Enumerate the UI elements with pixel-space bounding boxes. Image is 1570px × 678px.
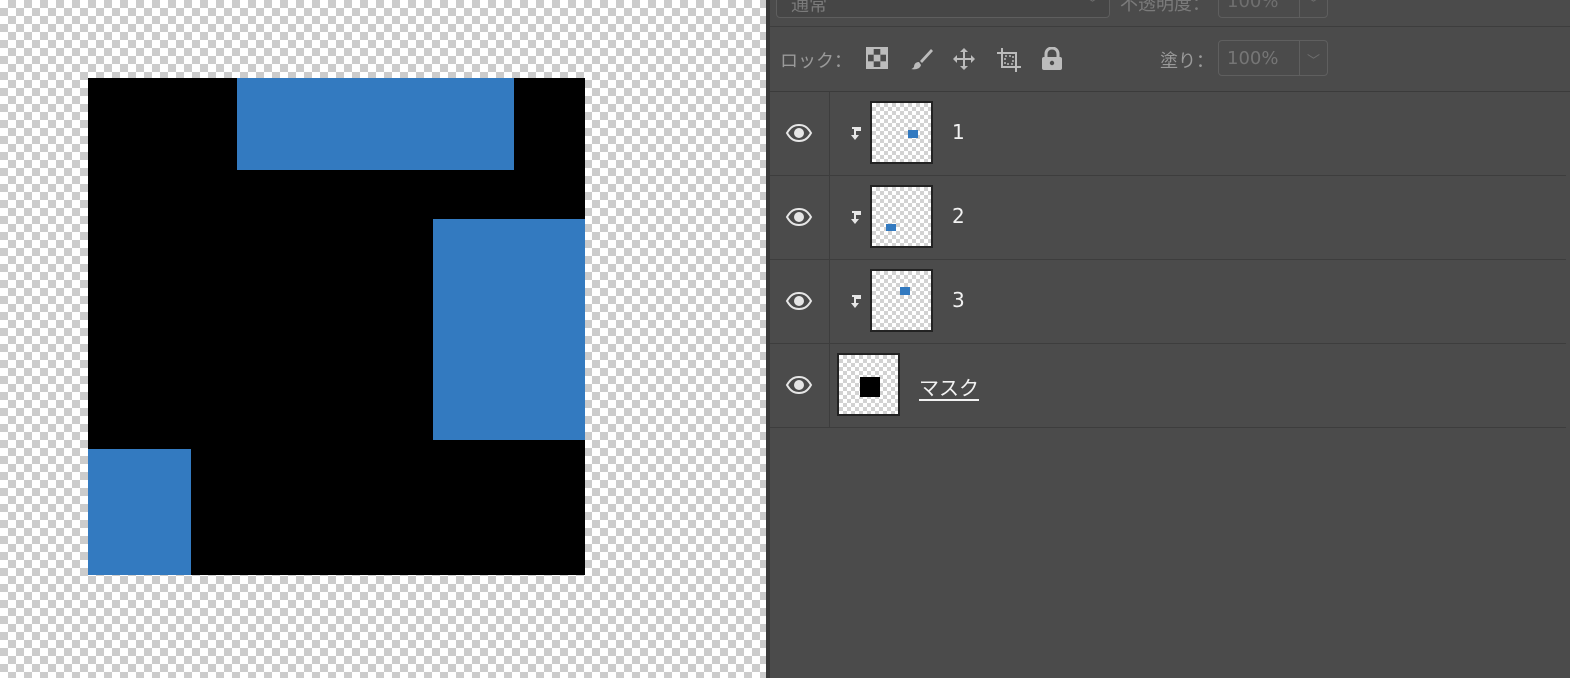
visibility-toggle[interactable] [770,92,830,175]
fill-separator [1299,41,1300,75]
layer-thumbnail [870,269,933,332]
lock-artboard-icon[interactable] [996,47,1021,72]
opacity-separator [1299,0,1300,17]
chevron-down-icon: ﹀ [1085,0,1099,12]
blue-rectangle-layer-3 [88,449,191,575]
fill-value: 100% [1227,48,1279,69]
layer-row-2[interactable]: 2 [770,176,1566,260]
lock-position-icon[interactable] [952,47,976,71]
thumbnail-blue-shape [908,130,918,138]
thumbnail-black-shape [860,377,880,397]
blend-mode-select[interactable]: 通常 ﹀ [776,0,1110,18]
clipping-mask-icon [851,295,861,308]
eye-icon[interactable] [785,291,813,311]
layer-thumbnail [870,185,933,248]
opacity-value: 100% [1227,0,1279,12]
eye-icon[interactable] [785,207,813,227]
lock-all-icon[interactable] [1041,46,1065,71]
layer-row-1[interactable]: 1 [770,92,1566,176]
lock-image-pixels-icon[interactable] [910,47,934,71]
visibility-toggle[interactable] [770,176,830,259]
layer-row-3[interactable]: 3 [770,260,1566,344]
layer-name[interactable]: 1 [952,120,965,144]
lock-label: ロック： [780,51,852,72]
thumbnail-blue-shape [900,287,910,295]
layer-thumbnail [837,353,900,416]
visibility-toggle[interactable] [770,260,830,343]
thumbnail-blue-shape [886,224,896,231]
blend-mode-value: 通常 [791,0,827,16]
lock-transparent-pixels-icon[interactable] [866,47,890,71]
blue-rectangle-layer-2 [433,219,585,440]
chevron-down-icon[interactable]: ﹀ [1307,50,1320,69]
blend-opacity-row: 通常 ﹀ 不透明度： 100% ﹀ [770,0,1570,27]
chevron-down-icon[interactable]: ﹀ [1307,0,1320,12]
document-canvas[interactable] [0,0,766,678]
layer-name[interactable]: 3 [952,288,965,312]
blue-rectangle-layer-1 [237,78,514,170]
eye-icon[interactable] [785,375,813,395]
layer-name[interactable]: マスク [919,372,979,401]
layer-name[interactable]: 2 [952,204,965,228]
layer-thumbnail [870,101,933,164]
eye-icon[interactable] [785,123,813,143]
fill-label: 塗り： [1160,51,1214,72]
visibility-toggle[interactable] [770,344,830,427]
opacity-field[interactable]: 100% ﹀ [1218,0,1328,18]
layers-panel: 通常 ﹀ 不透明度： 100% ﹀ ロック： 塗り： 100% ﹀ 1 2 3 … [770,0,1570,678]
fill-field[interactable]: 100% ﹀ [1218,40,1328,76]
layer-row-mask[interactable]: マスク [770,344,1566,428]
opacity-label: 不透明度： [1120,0,1210,15]
lock-row: ロック： 塗り： 100% ﹀ [770,27,1570,92]
clipping-mask-icon [851,211,861,224]
clipping-mask-icon [851,127,861,140]
